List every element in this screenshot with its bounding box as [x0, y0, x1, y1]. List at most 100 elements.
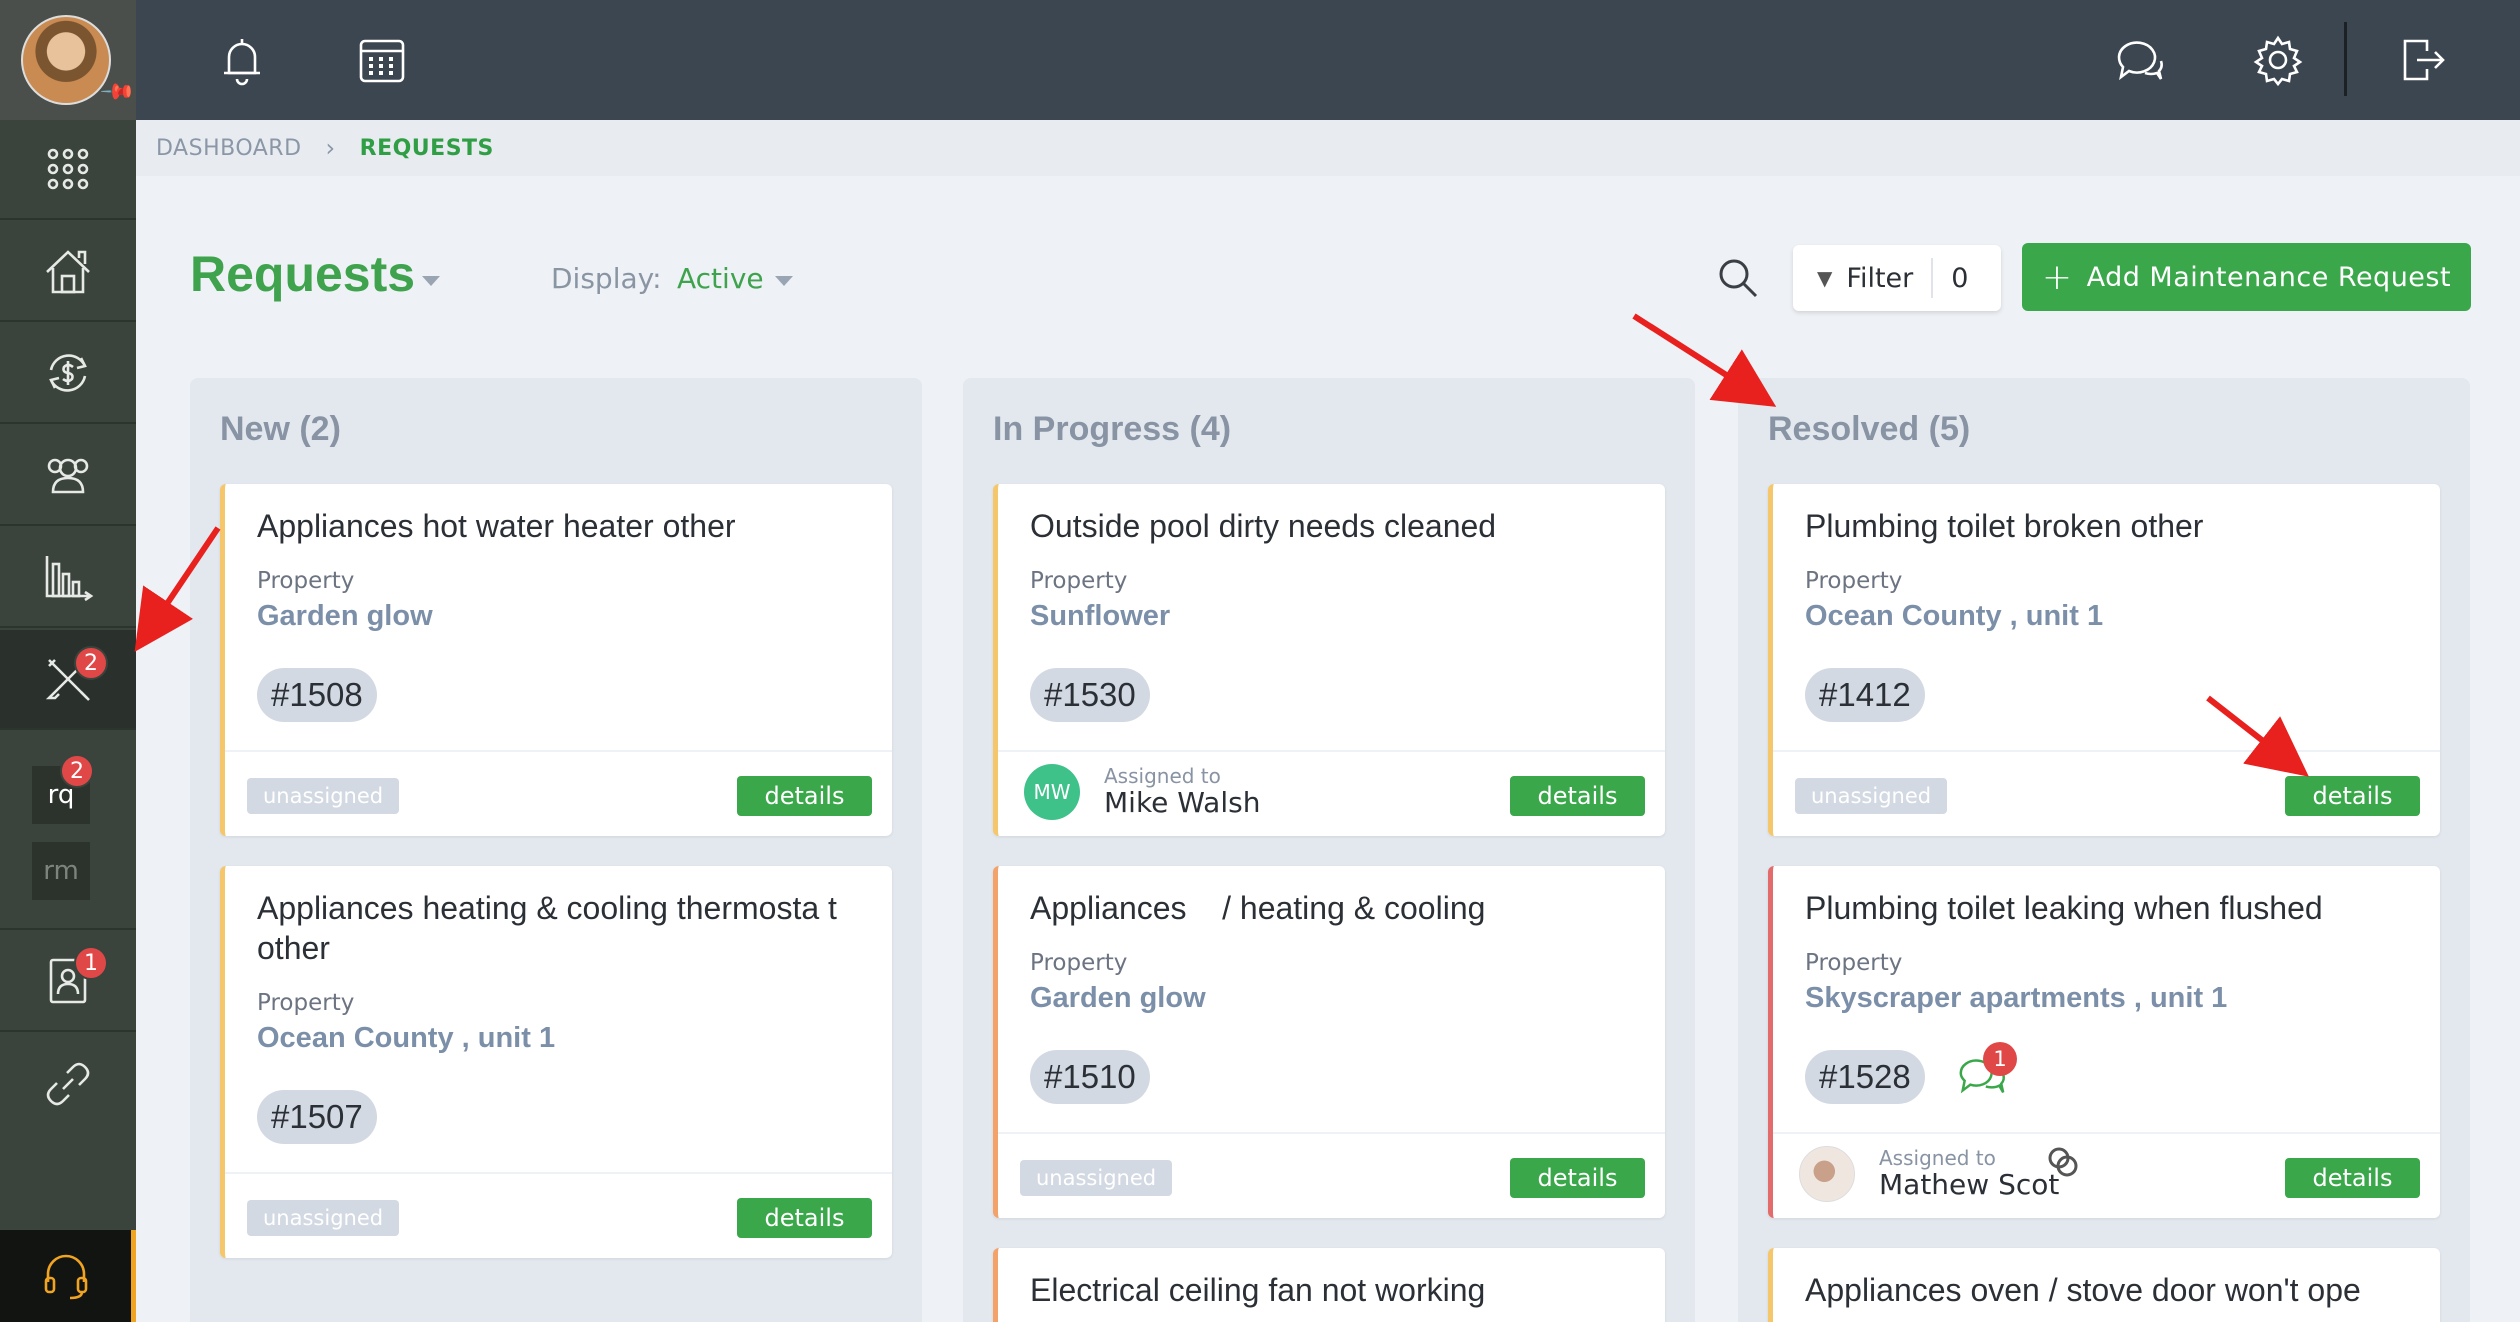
sidebar-item-people[interactable]	[0, 426, 136, 526]
property-label: Property	[1030, 950, 1128, 976]
request-card[interactable]: Electrical ceiling fan not working	[993, 1248, 1665, 1322]
property-value: Ocean County , unit 1	[1805, 600, 2104, 632]
details-button[interactable]: details	[1510, 776, 1645, 816]
breadcrumb-current: REQUESTS	[359, 135, 494, 161]
breadcrumb: DASHBOARD › REQUESTS	[136, 120, 2520, 176]
request-card[interactable]: Plumbing toilet broken other Property Oc…	[1768, 484, 2440, 836]
property-label: Property	[257, 990, 355, 1016]
card-footer: unassigned details	[998, 1132, 1665, 1218]
request-card[interactable]: Plumbing toilet leaking when flushed Pro…	[1768, 866, 2440, 1218]
chevron-right-icon: ›	[325, 134, 336, 162]
title-dropdown-caret-icon[interactable]	[422, 276, 440, 286]
card-footer: unassigned details	[1773, 750, 2440, 836]
filter-label: Filter	[1846, 262, 1914, 294]
assignee-name: Mathew Scot	[1879, 1168, 2060, 1201]
property-value: Ocean County , unit 1	[257, 1022, 556, 1054]
property-label: Property	[1805, 950, 1903, 976]
details-button[interactable]: details	[2285, 776, 2420, 816]
card-title: Outside pool dirty needs cleaned	[1030, 508, 1497, 544]
request-id-badge: #1510	[1030, 1050, 1150, 1104]
messages-button[interactable]	[2108, 30, 2168, 90]
request-id-badge: #1530	[1030, 668, 1150, 722]
card-footer: unassigned details	[225, 1172, 892, 1258]
request-card[interactable]: Appliances hot water heater other Proper…	[220, 484, 892, 836]
property-value: Garden glow	[257, 600, 433, 632]
status-badge: unassigned	[247, 1200, 400, 1236]
sidebar-item-links[interactable]	[0, 1034, 136, 1134]
column-in-progress: In Progress (4) Outside pool dirty needs…	[963, 378, 1695, 1322]
card-footer: MW Assigned to Mike Walsh details	[998, 750, 1665, 836]
card-title: Appliances hot water heater other	[257, 508, 736, 544]
status-badge: unassigned	[247, 778, 400, 814]
details-button[interactable]: details	[1510, 1158, 1645, 1198]
property-label: Property	[257, 568, 355, 594]
gear-icon	[2253, 35, 2303, 87]
property-value: Sunflower	[1030, 600, 1171, 632]
request-card[interactable]: Appliances heating & cooling thermosta t…	[220, 866, 892, 1258]
request-card[interactable]: Appliances / heating & cooling Property …	[993, 866, 1665, 1218]
comments-button[interactable]: 1	[1955, 1042, 2017, 1108]
column-title: In Progress (4)	[993, 410, 1232, 448]
property-label: Property	[1805, 568, 1903, 594]
sidebar-item-tenants[interactable]: 1	[0, 932, 136, 1032]
card-title: Plumbing toilet broken other	[1805, 508, 2204, 544]
calendar-button[interactable]	[352, 30, 412, 90]
headset-icon	[44, 1254, 87, 1300]
calendar-icon	[359, 39, 405, 83]
assignee: Assigned to Mathew Scot	[1799, 1146, 2059, 1202]
notifications-button[interactable]	[212, 30, 272, 90]
comments-badge: 1	[1983, 1042, 2017, 1076]
search-icon	[1719, 259, 1758, 298]
column-new: New (2) Appliances hot water heater othe…	[190, 378, 922, 1322]
user-avatar[interactable]: 📌	[0, 0, 136, 120]
chat-icon	[2117, 41, 2163, 81]
apps-grid-icon	[47, 148, 89, 190]
search-button[interactable]	[1716, 256, 1760, 300]
assignee: MW Assigned to Mike Walsh	[1024, 764, 1260, 820]
sidebar-item-apps[interactable]	[0, 120, 136, 220]
tenants-badge: 1	[74, 946, 108, 980]
filter-button[interactable]: ▼ Filter 0	[1793, 245, 2001, 311]
page-title[interactable]: Requests	[190, 245, 415, 303]
support-button[interactable]	[0, 1230, 136, 1322]
request-id-badge: #1507	[257, 1090, 377, 1144]
details-button[interactable]: details	[737, 776, 872, 816]
request-card[interactable]: Appliances oven / stove door won't ope	[1768, 1248, 2440, 1322]
add-button-label: Add Maintenance Request	[2086, 261, 2452, 293]
details-button[interactable]: details	[2285, 1158, 2420, 1198]
card-footer: Assigned to Mathew Scot details	[1773, 1132, 2440, 1218]
display-caret-icon[interactable]	[775, 276, 793, 286]
sidebar-item-properties[interactable]	[0, 222, 136, 322]
breadcrumb-dashboard[interactable]: DASHBOARD	[156, 136, 302, 161]
display-select[interactable]: Active	[677, 262, 764, 295]
sidebar-subitems: rq 2 rm	[0, 730, 136, 930]
house-icon	[46, 250, 90, 294]
card-title: Appliances / heating & cooling	[1030, 890, 1486, 926]
add-maintenance-request-button[interactable]: + Add Maintenance Request	[2022, 243, 2471, 311]
settings-button[interactable]	[2248, 30, 2308, 90]
sidebar-item-rm[interactable]: rm	[32, 842, 90, 900]
rq-badge: 2	[60, 754, 94, 788]
request-card[interactable]: Outside pool dirty needs cleaned Propert…	[993, 484, 1665, 836]
column-resolved: Resolved (5) Plumbing toilet broken othe…	[1738, 378, 2470, 1322]
top-bar	[136, 0, 2520, 120]
property-label: Property	[1030, 568, 1128, 594]
maintenance-badge: 2	[74, 646, 108, 680]
sidebar-item-reports[interactable]	[0, 528, 136, 628]
request-id-badge: #1528	[1805, 1050, 1925, 1104]
details-button[interactable]: details	[737, 1198, 872, 1238]
column-title: New (2)	[220, 410, 341, 448]
logout-button[interactable]	[2392, 30, 2452, 90]
status-badge: unassigned	[1795, 778, 1948, 814]
card-title: Appliances heating & cooling thermosta t…	[257, 890, 837, 966]
users-icon	[47, 458, 89, 494]
card-title: Electrical ceiling fan not working	[1030, 1272, 1486, 1308]
status-badge: unassigned	[1020, 1160, 1173, 1196]
link-icon	[46, 1062, 90, 1106]
assignee-avatar	[1799, 1146, 1855, 1202]
property-value: Skyscraper apartments , unit 1	[1805, 982, 2228, 1014]
sidebar-item-maintenance[interactable]: 2	[0, 630, 136, 730]
sidebar-item-accounting[interactable]	[0, 324, 136, 424]
assignee-avatar: MW	[1024, 764, 1080, 820]
plus-icon: +	[2041, 256, 2073, 298]
